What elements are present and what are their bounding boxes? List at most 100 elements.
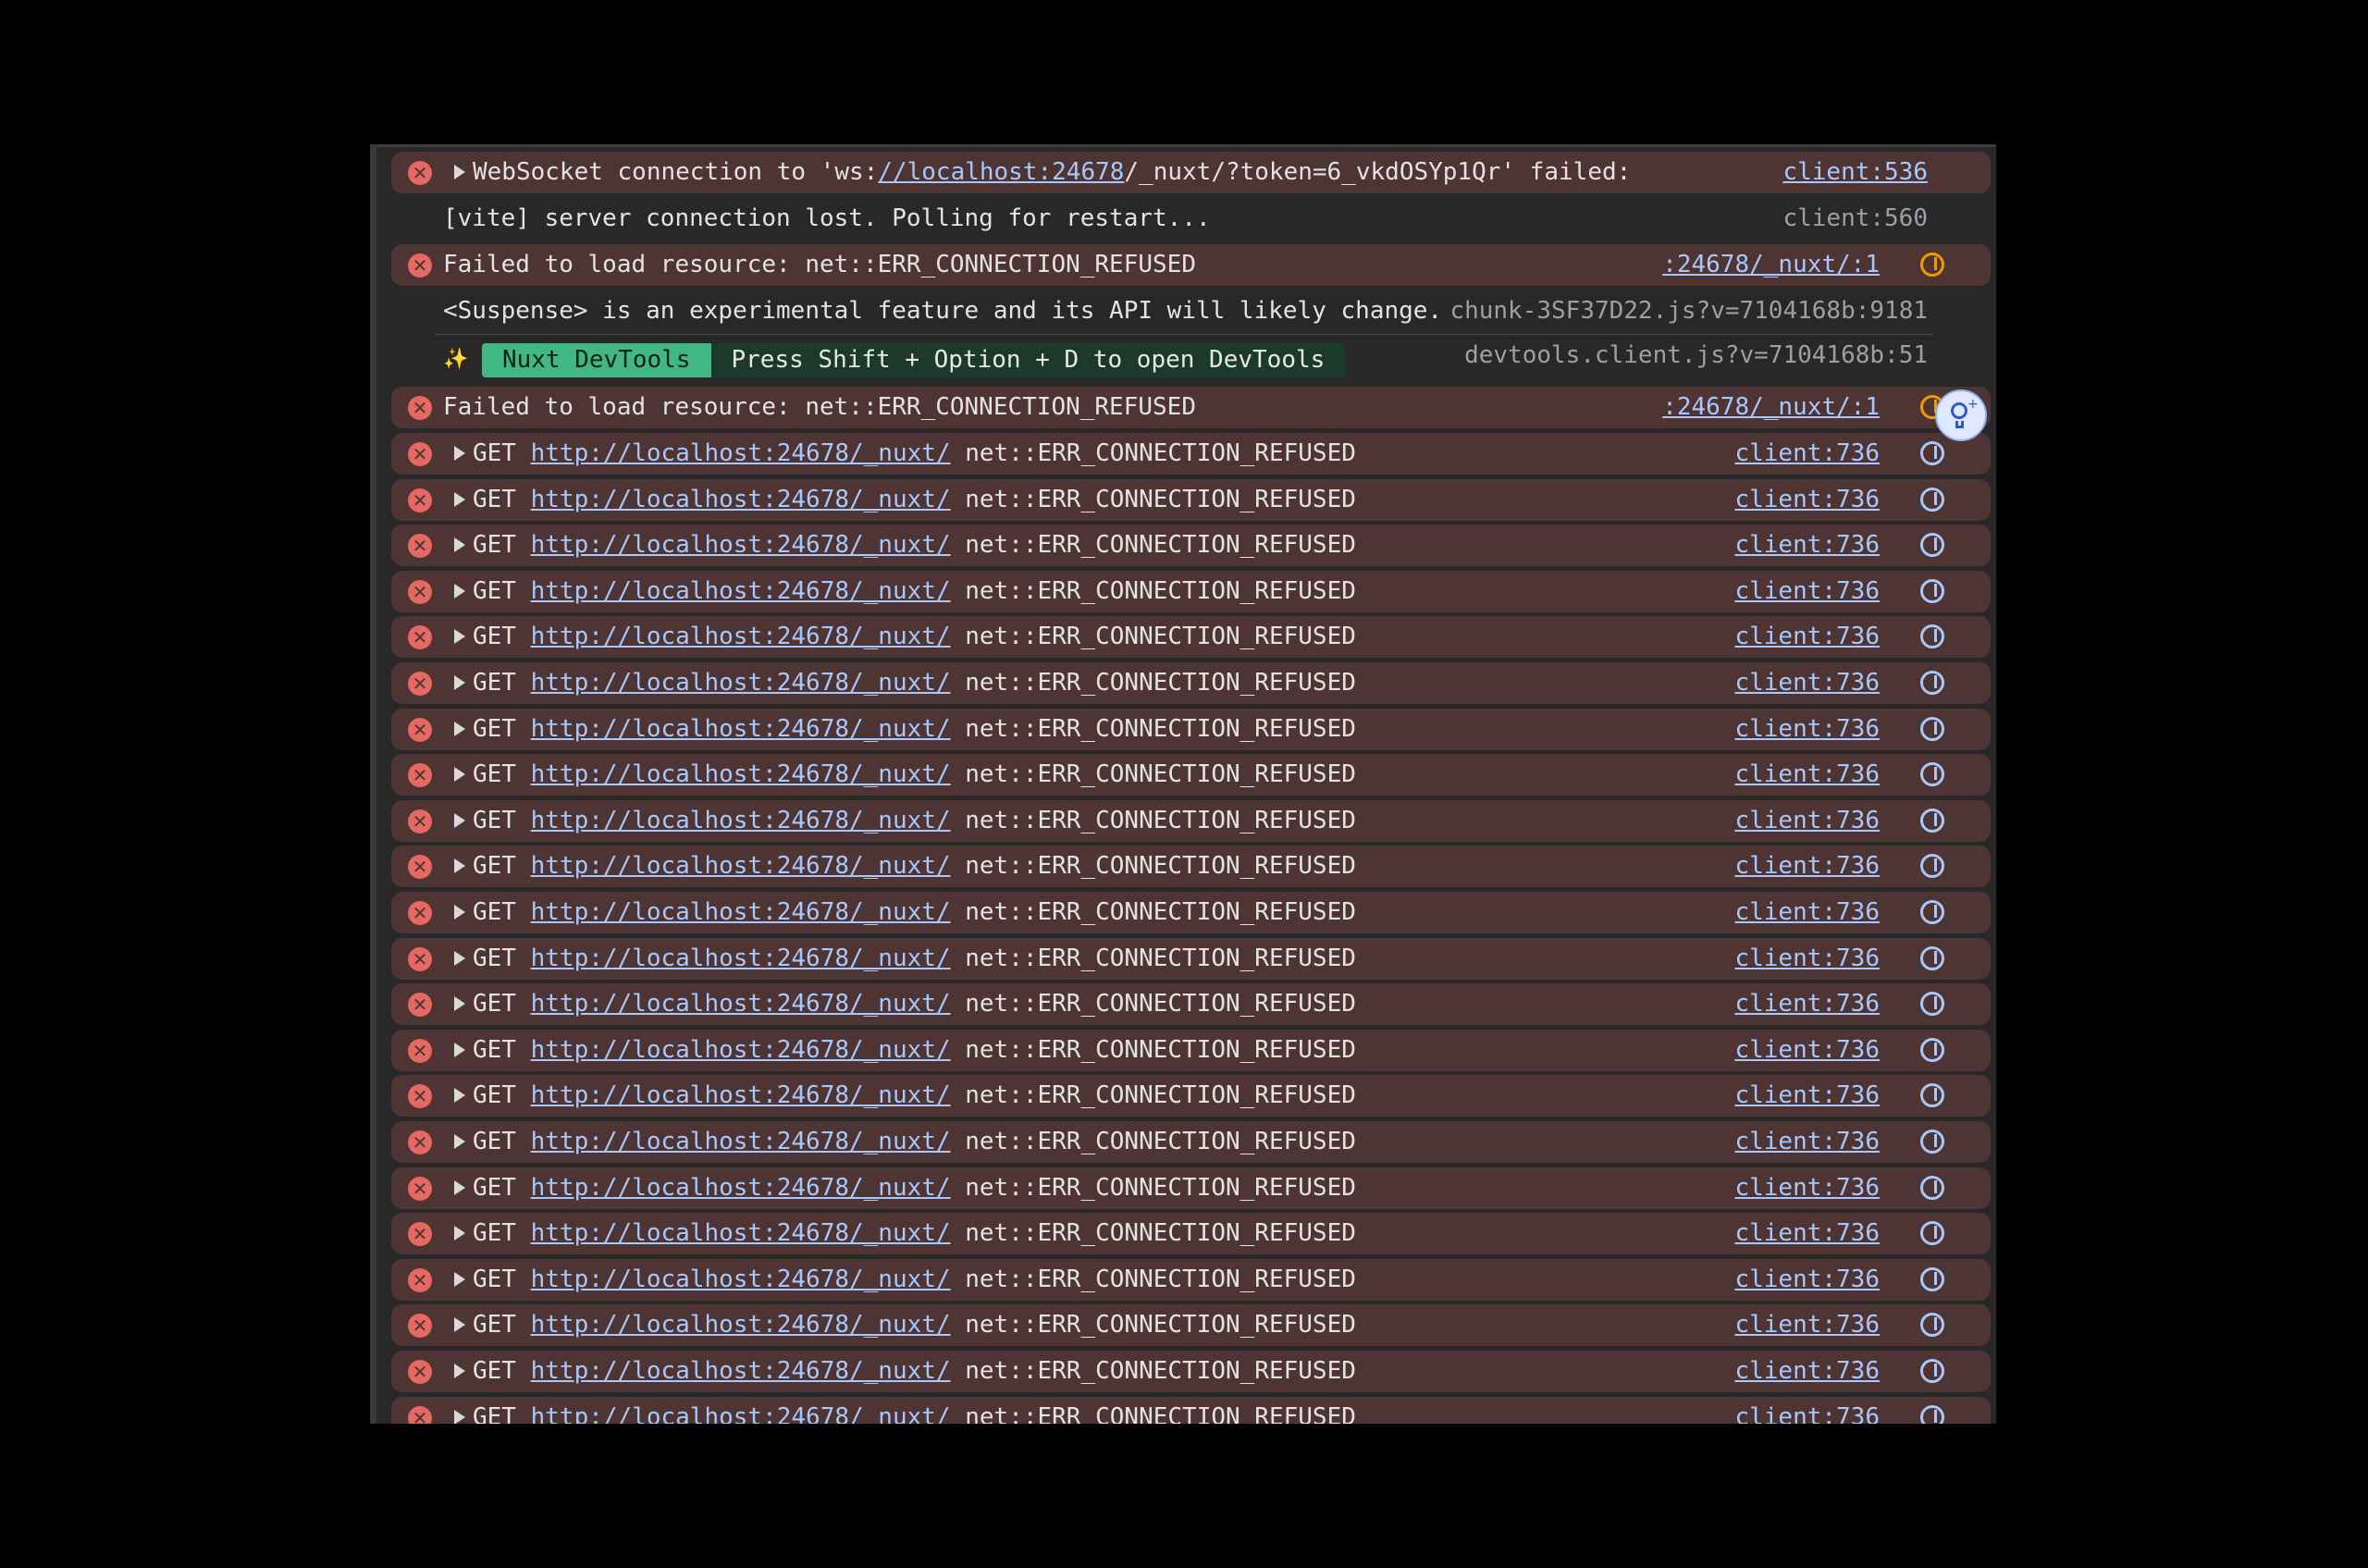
network-request-icon[interactable]	[1920, 762, 1944, 787]
expand-triangle-icon[interactable]	[454, 1364, 465, 1378]
console-message-websocket-error[interactable]: ✕ WebSocket connection to 'ws://localhos…	[391, 152, 1991, 193]
network-request-icon[interactable]	[1920, 578, 1944, 603]
source-link[interactable]: client:736	[1734, 1121, 1880, 1163]
expand-triangle-icon[interactable]	[454, 1042, 465, 1057]
console-message-get-error[interactable]: ✕ GET http://localhost:24678/_nuxt/ net::…	[391, 1396, 1991, 1424]
request-url-link[interactable]: http://localhost:24678/_nuxt/	[531, 715, 951, 743]
expand-triangle-icon[interactable]	[454, 1271, 465, 1287]
websocket-url-link[interactable]: //localhost:24678	[878, 158, 1124, 186]
network-request-icon[interactable]	[1920, 1221, 1944, 1246]
request-url-link[interactable]: http://localhost:24678/_nuxt/	[531, 1311, 951, 1339]
source-link[interactable]: client:736	[1734, 525, 1880, 566]
source-link[interactable]: client:736	[1734, 1259, 1880, 1301]
network-request-icon[interactable]	[1920, 1083, 1944, 1108]
network-request-icon[interactable]	[1920, 1037, 1944, 1062]
console-message-get-error[interactable]: ✕ GET http://localhost:24678/_nuxt/ net::…	[391, 983, 1991, 1026]
network-request-icon[interactable]	[1920, 1313, 1944, 1338]
source-link[interactable]: client:736	[1734, 571, 1880, 612]
expand-triangle-icon[interactable]	[454, 583, 465, 599]
source-link[interactable]: devtools.client.js?v=7104168b:51	[1464, 337, 1928, 378]
expand-triangle-icon[interactable]	[454, 491, 465, 507]
request-url-link[interactable]: http://localhost:24678/_nuxt/	[531, 1219, 951, 1247]
request-url-link[interactable]: http://localhost:24678/_nuxt/	[531, 852, 951, 880]
source-link[interactable]: client:736	[1734, 800, 1880, 842]
expand-triangle-icon[interactable]	[454, 675, 465, 690]
expand-triangle-icon[interactable]	[454, 1317, 465, 1333]
network-request-icon[interactable]	[1920, 900, 1944, 924]
network-request-icon[interactable]	[1920, 716, 1944, 741]
expand-triangle-icon[interactable]	[454, 537, 465, 553]
source-link[interactable]: client:736	[1734, 1167, 1880, 1209]
console-message-get-error[interactable]: ✕ GET http://localhost:24678/_nuxt/ net::…	[391, 846, 1991, 888]
source-link[interactable]: client:736	[1734, 1213, 1880, 1254]
expand-triangle-icon[interactable]	[454, 905, 465, 920]
source-link[interactable]: client:736	[1734, 1030, 1880, 1071]
network-request-icon[interactable]	[1920, 671, 1944, 695]
console-message-get-error[interactable]: ✕ GET http://localhost:24678/_nuxt/ net::…	[391, 892, 1991, 933]
request-url-link[interactable]: http://localhost:24678/_nuxt/	[531, 531, 951, 559]
request-url-link[interactable]: http://localhost:24678/_nuxt/	[531, 1174, 951, 1202]
ai-insights-button[interactable]: +	[1935, 389, 1987, 441]
expand-triangle-icon[interactable]	[454, 858, 465, 874]
expand-triangle-icon[interactable]	[454, 1409, 465, 1424]
expand-triangle-icon[interactable]	[454, 446, 465, 461]
network-request-icon[interactable]	[1920, 533, 1944, 558]
request-url-link[interactable]: http://localhost:24678/_nuxt/	[531, 623, 951, 650]
source-link[interactable]: client:736	[1734, 892, 1880, 933]
source-link[interactable]: client:736	[1734, 938, 1880, 980]
network-request-icon[interactable]	[1920, 854, 1944, 879]
request-url-link[interactable]: http://localhost:24678/_nuxt/	[531, 760, 951, 788]
expand-triangle-icon[interactable]	[454, 721, 465, 736]
request-url-link[interactable]: http://localhost:24678/_nuxt/	[531, 945, 951, 972]
expand-triangle-icon[interactable]	[454, 812, 465, 828]
console-message-get-error[interactable]: ✕ GET http://localhost:24678/_nuxt/ net::…	[391, 937, 1991, 980]
source-link[interactable]: client:736	[1734, 846, 1880, 887]
request-url-link[interactable]: http://localhost:24678/_nuxt/	[531, 1128, 951, 1155]
expand-triangle-icon[interactable]	[454, 629, 465, 645]
request-url-link[interactable]: http://localhost:24678/_nuxt/	[531, 1036, 951, 1064]
expand-triangle-icon[interactable]	[454, 1134, 465, 1149]
source-link[interactable]: client:736	[1734, 433, 1880, 475]
request-url-link[interactable]: http://localhost:24678/_nuxt/	[531, 807, 951, 834]
request-url-link[interactable]: http://localhost:24678/_nuxt/	[531, 486, 951, 513]
network-request-icon[interactable]	[1920, 808, 1944, 833]
console-message-get-error[interactable]: ✕ GET http://localhost:24678/_nuxt/ net::…	[391, 662, 1991, 704]
console-message-get-error[interactable]: ✕ GET http://localhost:24678/_nuxt/ net::…	[391, 570, 1991, 612]
source-link[interactable]: client:736	[1734, 709, 1880, 750]
expand-triangle-icon[interactable]	[454, 950, 465, 966]
network-request-icon[interactable]	[1920, 253, 1944, 277]
network-request-icon[interactable]	[1920, 487, 1944, 512]
request-url-link[interactable]: http://localhost:24678/_nuxt/	[531, 1266, 951, 1293]
request-url-link[interactable]: http://localhost:24678/_nuxt/	[531, 990, 951, 1018]
console-message-get-error[interactable]: ✕ GET http://localhost:24678/_nuxt/ net::…	[391, 1029, 1991, 1071]
request-url-link[interactable]: http://localhost:24678/_nuxt/	[531, 439, 951, 467]
expand-triangle-icon[interactable]	[454, 1226, 465, 1241]
console-message-get-error[interactable]: ✕ GET http://localhost:24678/_nuxt/ net::…	[391, 1167, 1991, 1209]
console-message-get-error[interactable]: ✕ GET http://localhost:24678/_nuxt/ net::…	[391, 478, 1991, 521]
source-link[interactable]: :24678/_nuxt/:1	[1662, 244, 1880, 286]
expand-triangle-icon[interactable]	[454, 996, 465, 1012]
console-message-get-error[interactable]: ✕ GET http://localhost:24678/_nuxt/ net::…	[391, 1213, 1991, 1255]
network-request-icon[interactable]	[1920, 1266, 1944, 1291]
source-link[interactable]: client:736	[1734, 1075, 1880, 1117]
request-url-link[interactable]: http://localhost:24678/_nuxt/	[531, 669, 951, 697]
source-link[interactable]: :24678/_nuxt/:1	[1662, 387, 1880, 428]
request-url-link[interactable]: http://localhost:24678/_nuxt/	[531, 1081, 951, 1109]
console-message-get-error[interactable]: ✕ GET http://localhost:24678/_nuxt/ net::…	[391, 754, 1991, 796]
source-link[interactable]: client:736	[1734, 662, 1880, 704]
source-link[interactable]: client:736	[1734, 616, 1880, 658]
network-request-icon[interactable]	[1920, 1359, 1944, 1383]
source-link[interactable]: client:736	[1734, 1304, 1880, 1346]
source-link[interactable]: client:736	[1734, 1397, 1880, 1424]
console-message-get-error[interactable]: ✕ GET http://localhost:24678/_nuxt/ net::…	[391, 1121, 1991, 1163]
network-request-icon[interactable]	[1920, 1130, 1944, 1154]
network-request-icon[interactable]	[1920, 624, 1944, 649]
expand-triangle-icon[interactable]	[454, 165, 465, 179]
source-link[interactable]: client:736	[1734, 479, 1880, 521]
expand-triangle-icon[interactable]	[454, 1088, 465, 1104]
network-request-icon[interactable]	[1920, 992, 1944, 1017]
console-message-get-error[interactable]: ✕ GET http://localhost:24678/_nuxt/ net::…	[391, 1351, 1991, 1392]
network-request-icon[interactable]	[1920, 441, 1944, 465]
console-message-get-error[interactable]: ✕ GET http://localhost:24678/_nuxt/ net::…	[391, 1304, 1991, 1347]
console-message-get-error[interactable]: ✕ GET http://localhost:24678/_nuxt/ net::…	[391, 799, 1991, 842]
